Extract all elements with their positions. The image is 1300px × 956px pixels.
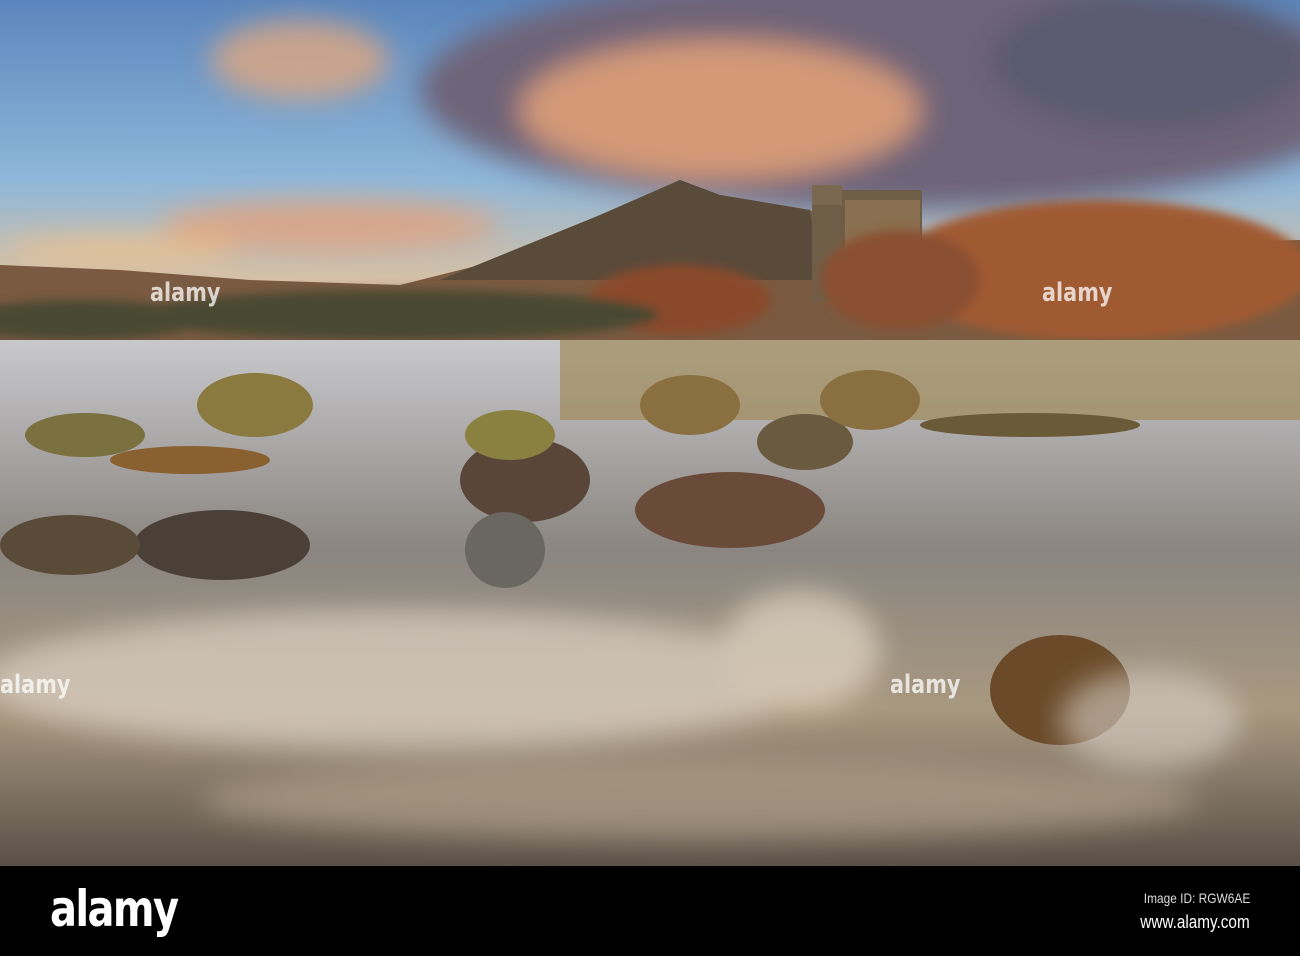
watermark: alamy bbox=[0, 670, 71, 700]
footer-bar: alamy Image ID: RGW6AE www.alamy.com bbox=[0, 866, 1300, 956]
alamy-logo: alamy bbox=[50, 880, 179, 938]
landscape-photo bbox=[0, 0, 1300, 866]
watermark: alamy bbox=[890, 670, 961, 700]
stock-photo-page: alamy alamy alamy alamy alamy Image ID: … bbox=[0, 0, 1300, 956]
image-id: Image ID: RGW6AE bbox=[1143, 890, 1250, 906]
watermark: alamy bbox=[150, 278, 221, 308]
site-url: www.alamy.com bbox=[1140, 912, 1250, 932]
watermark: alamy bbox=[1042, 278, 1113, 308]
